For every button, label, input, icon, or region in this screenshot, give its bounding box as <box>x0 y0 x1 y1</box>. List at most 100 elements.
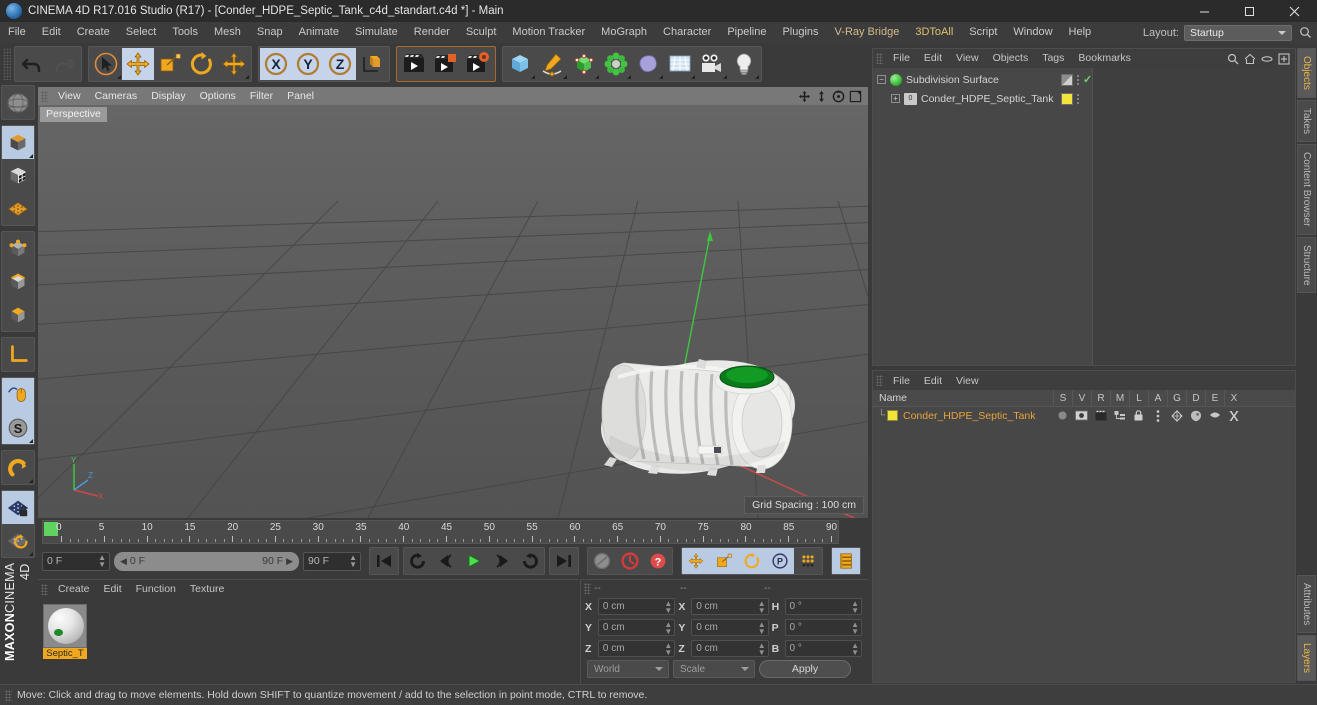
lock-toggle[interactable] <box>1129 407 1148 424</box>
animation-toggle[interactable] <box>1148 407 1167 424</box>
material-menu-texture[interactable]: Texture <box>183 580 231 598</box>
object-tree-row[interactable]: − Subdivision Surface ✓ <box>873 70 1295 89</box>
go-to-end-button[interactable] <box>550 548 578 574</box>
layer-column-e[interactable]: E <box>1205 389 1224 407</box>
vertical-tab-content-browser[interactable]: Content Browser <box>1297 144 1316 235</box>
spinner-icon[interactable]: ▲ ▼ <box>758 641 766 656</box>
scale-key-button[interactable] <box>710 548 738 574</box>
new-tab-icon[interactable] <box>1277 52 1291 66</box>
spinner-icon[interactable]: ▲ ▼ <box>98 554 106 569</box>
material-item[interactable]: Septic_T <box>43 604 87 659</box>
environment-button[interactable] <box>632 48 664 80</box>
size-field[interactable]: 0 cm ▲ ▼ <box>691 640 769 657</box>
layer-column-g[interactable]: G <box>1167 389 1186 407</box>
redo-button[interactable] <box>48 48 80 80</box>
menu-v-ray-bridge[interactable]: V-Ray Bridge <box>827 22 908 43</box>
expand-collapse-icon[interactable]: − <box>877 75 886 84</box>
object-menu-view[interactable]: View <box>949 49 986 68</box>
enable-snap-button[interactable]: S <box>2 411 34 444</box>
play-reverse-button[interactable] <box>404 548 432 574</box>
spinner-icon[interactable]: ▲ ▼ <box>758 599 766 614</box>
layer-menu-edit[interactable]: Edit <box>917 372 949 390</box>
manager-toggle[interactable] <box>1110 407 1129 424</box>
vertical-tab-takes[interactable]: Takes <box>1297 99 1316 143</box>
workplane-rotate-button[interactable] <box>2 524 34 557</box>
rotation-field[interactable]: 0 ° ▲ ▼ <box>784 640 862 657</box>
deformer-button[interactable] <box>600 48 632 80</box>
close-button[interactable] <box>1272 0 1317 22</box>
timeline-ruler[interactable]: 0 5 10 15 20 25 30 35 40 45 50 55 60 65 70 75 80 85 90 <box>42 520 839 544</box>
material-tag-icon[interactable] <box>1061 92 1073 105</box>
menu-snap[interactable]: Snap <box>249 22 291 43</box>
next-frame-button[interactable] <box>488 548 516 574</box>
texture-mode-button[interactable] <box>2 159 34 192</box>
menu-window[interactable]: Window <box>1005 22 1060 43</box>
vertical-tab-objects[interactable]: Objects <box>1297 48 1316 98</box>
camera-button[interactable] <box>696 48 728 80</box>
viewport-maximize-icon[interactable] <box>848 89 863 104</box>
coordinate-system-dropdown[interactable]: World <box>587 660 669 678</box>
size-field[interactable]: 0 cm ▲ ▼ <box>691 619 769 636</box>
visibility-dots-icon[interactable] <box>1076 73 1080 86</box>
object-menu-bookmarks[interactable]: Bookmarks <box>1071 49 1138 68</box>
search-icon[interactable] <box>1297 25 1313 41</box>
points-mode-button[interactable] <box>2 232 34 265</box>
scale-tool-button[interactable] <box>154 48 186 80</box>
viewport-menu-filter[interactable]: Filter <box>243 87 280 105</box>
workplane-mode-button[interactable] <box>2 192 34 225</box>
play-forward-button[interactable] <box>460 548 488 574</box>
spinner-icon[interactable]: ▲ ▼ <box>851 620 859 635</box>
menu-sculpt[interactable]: Sculpt <box>458 22 505 43</box>
spline-pen-button[interactable] <box>536 48 568 80</box>
spinner-icon[interactable]: ▲ ▼ <box>851 641 859 656</box>
move-axis-button[interactable] <box>218 48 250 80</box>
menu-file[interactable]: File <box>0 22 34 43</box>
object-menu-file[interactable]: File <box>886 49 917 68</box>
search-icon[interactable] <box>1226 52 1240 66</box>
polygons-mode-button[interactable] <box>2 298 34 331</box>
generator-button[interactable] <box>568 48 600 80</box>
menu-animate[interactable]: Animate <box>291 22 347 43</box>
keyframe-selection-button[interactable]: ? <box>644 548 672 574</box>
menu-pipeline[interactable]: Pipeline <box>719 22 774 43</box>
go-to-start-button[interactable] <box>370 548 398 574</box>
expand-collapse-icon[interactable]: + <box>891 94 900 103</box>
xref-toggle[interactable] <box>1224 407 1243 424</box>
magnet-tool-button[interactable] <box>2 451 34 484</box>
object-menu-edit[interactable]: Edit <box>917 49 949 68</box>
menu-script[interactable]: Script <box>961 22 1005 43</box>
floor-sky-button[interactable] <box>664 48 696 80</box>
world-object-coordinate-button[interactable] <box>356 48 388 80</box>
viewport-solo-button[interactable] <box>2 378 34 411</box>
x-axis-lock-button[interactable]: X <box>260 48 292 80</box>
autokeying-button[interactable] <box>616 548 644 574</box>
menu-select[interactable]: Select <box>118 22 165 43</box>
point-level-animation-button[interactable] <box>794 548 822 574</box>
apply-button[interactable]: Apply <box>759 660 851 678</box>
table-row[interactable]: └ Conder_HDPE_Septic_Tank <box>873 407 1295 424</box>
viewport-pan-icon[interactable] <box>797 89 812 104</box>
layout-dropdown[interactable]: Startup <box>1184 24 1292 41</box>
z-axis-lock-button[interactable]: Z <box>324 48 356 80</box>
light-button[interactable] <box>728 48 760 80</box>
viewport-menu-options[interactable]: Options <box>193 87 243 105</box>
rotation-key-button[interactable] <box>738 548 766 574</box>
position-key-button[interactable] <box>682 548 710 574</box>
layer-column-x[interactable]: X <box>1224 389 1243 407</box>
object-tree-row[interactable]: +0 Conder_HDPE_Septic_Tank <box>873 89 1295 108</box>
viewport-grip[interactable] <box>41 90 48 102</box>
layer-menu-view[interactable]: View <box>949 372 986 390</box>
layer-column-m[interactable]: M <box>1110 389 1129 407</box>
viewport-canvas[interactable]: Y X Z Grid Spacing : 100 cm <box>38 105 868 518</box>
viewport-menu-view[interactable]: View <box>51 87 88 105</box>
spinner-icon[interactable]: ▲ ▼ <box>349 554 357 569</box>
enabled-check-icon[interactable]: ✓ <box>1083 73 1092 86</box>
layer-column-d[interactable]: D <box>1186 389 1205 407</box>
coordinate-manager-grip[interactable] <box>584 582 591 594</box>
rotation-field[interactable]: 0 ° ▲ ▼ <box>784 619 862 636</box>
position-field[interactable]: 0 cm ▲ ▼ <box>597 619 676 636</box>
max-frame-field[interactable]: 90 F ▲ ▼ <box>303 551 361 571</box>
workplane-lock-button[interactable] <box>2 491 34 524</box>
menu-mesh[interactable]: Mesh <box>206 22 249 43</box>
spinner-icon[interactable]: ▲ ▼ <box>851 599 859 614</box>
